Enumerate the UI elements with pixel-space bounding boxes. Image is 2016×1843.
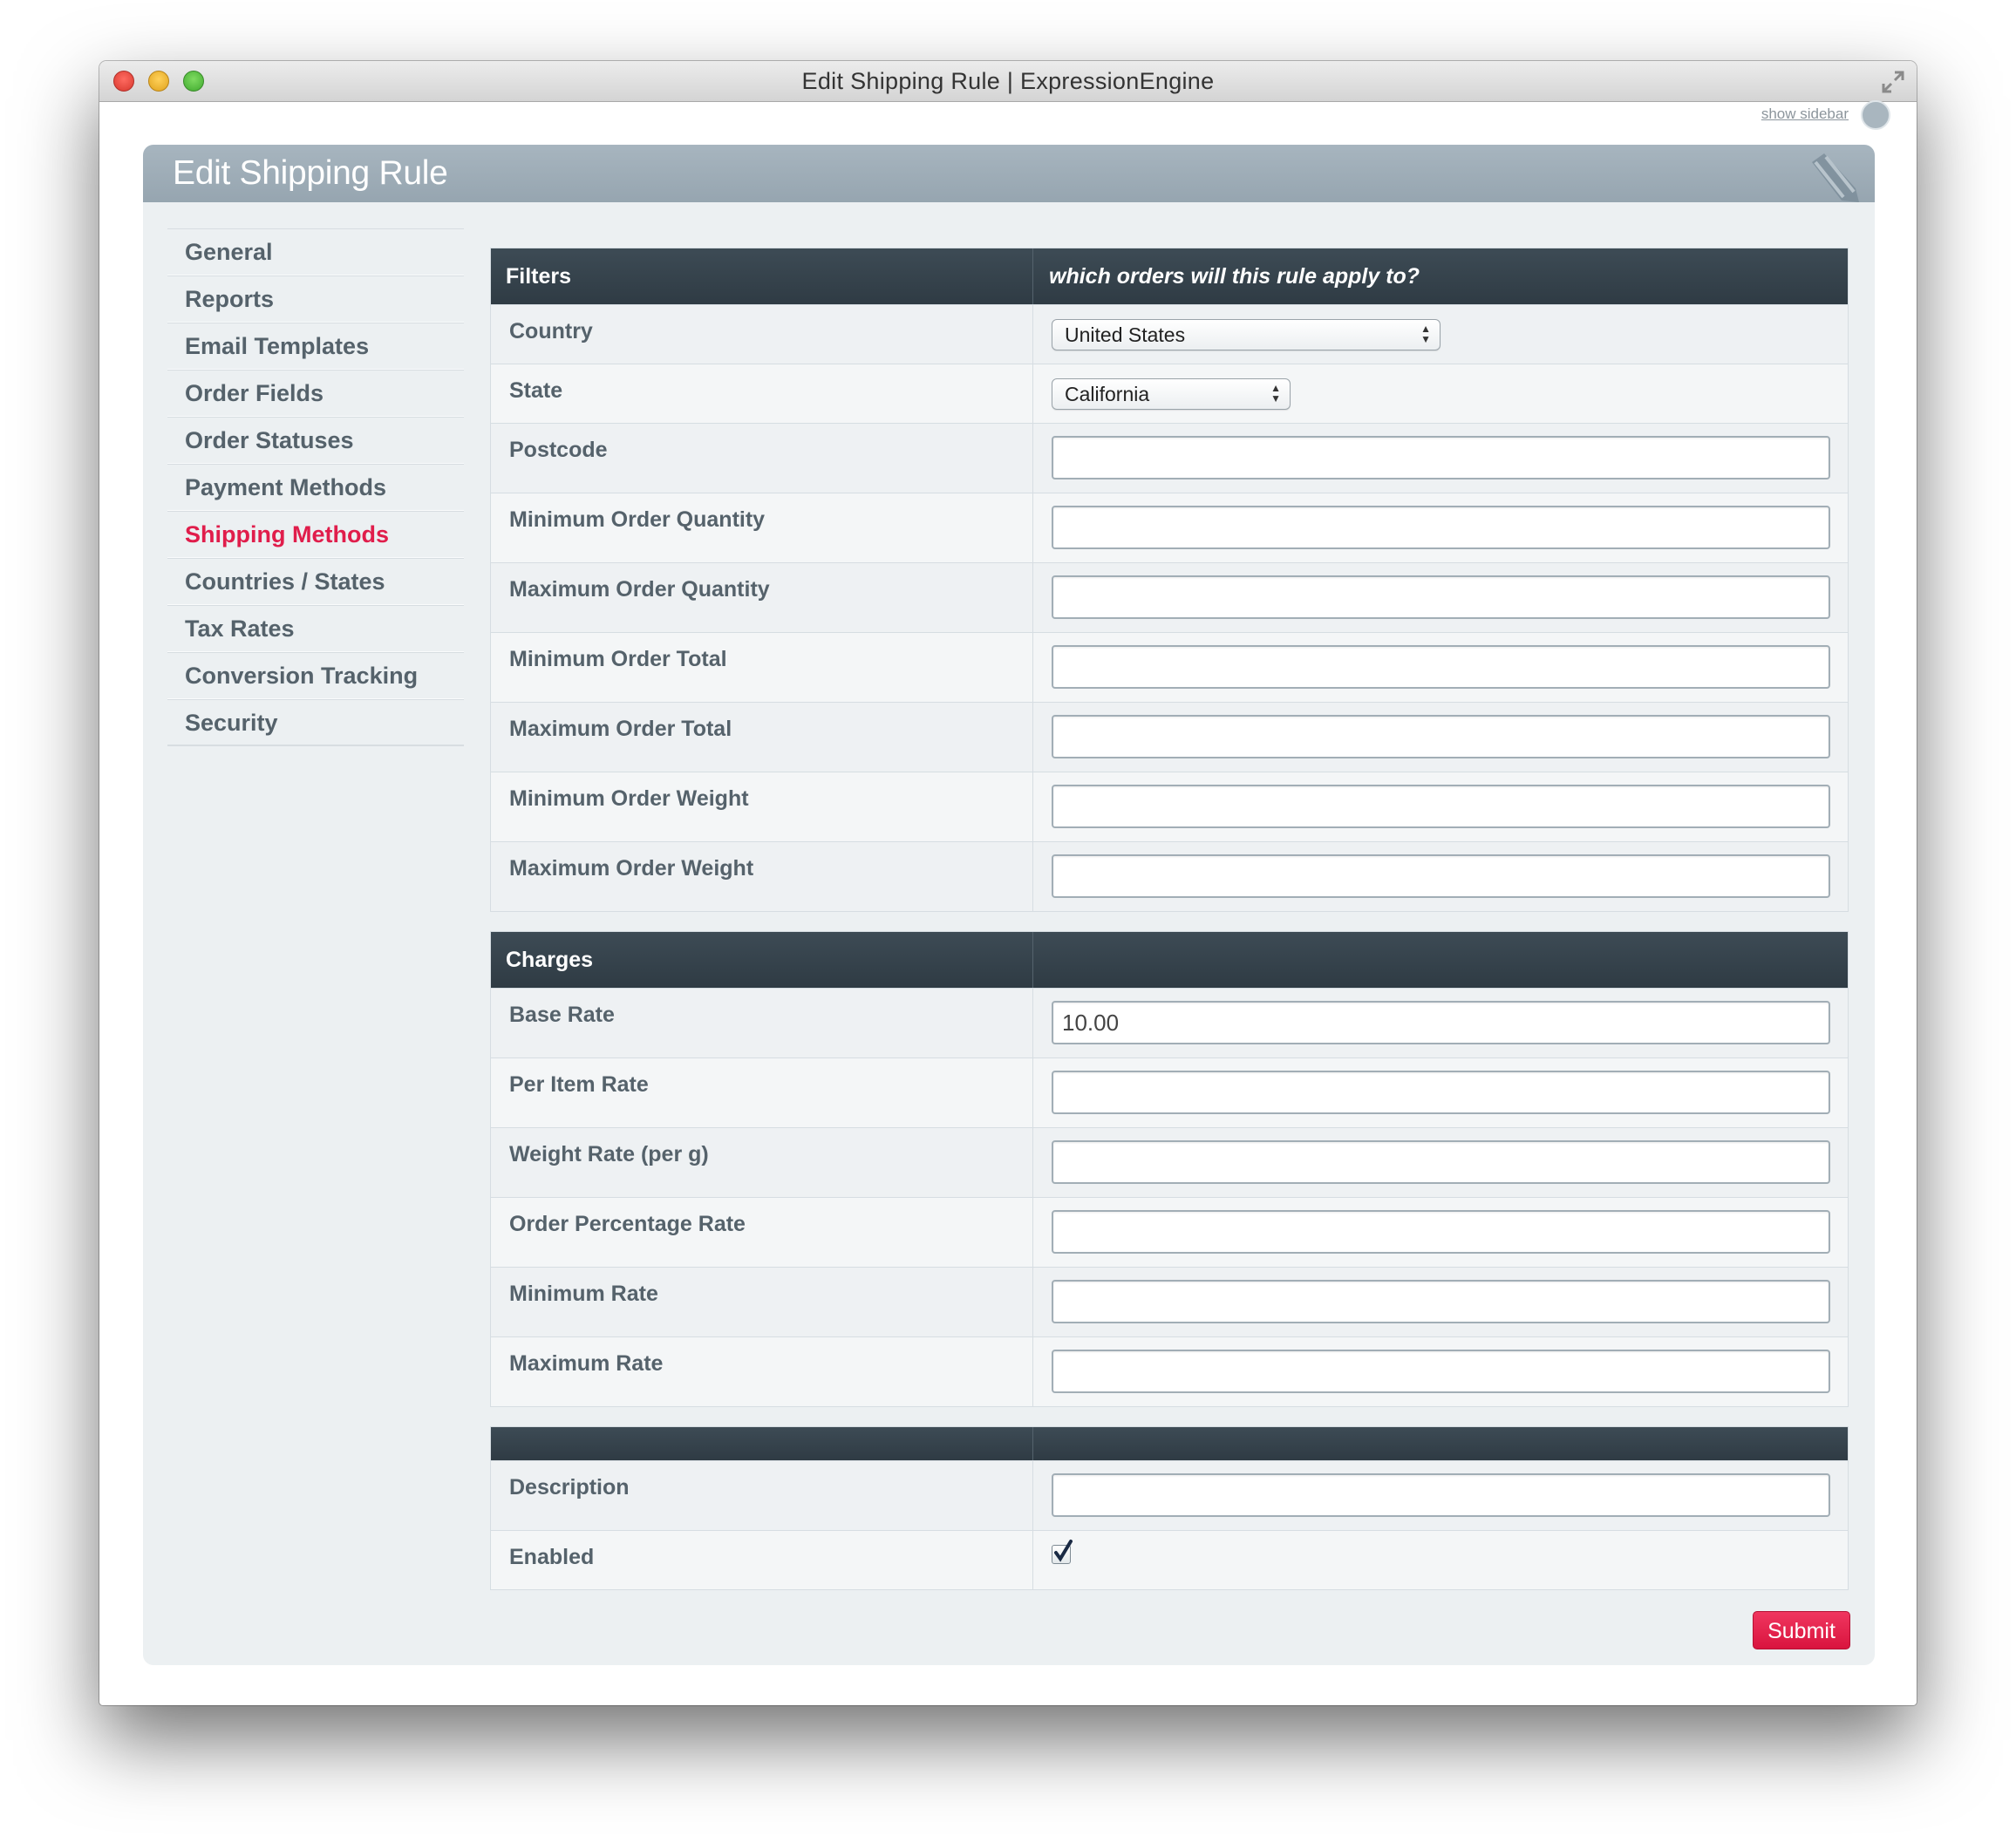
postcode-row: Postcode bbox=[491, 423, 1848, 493]
select-arrows-icon: ▲ ▼ bbox=[1270, 382, 1281, 405]
base-rate-row: Base Rate bbox=[491, 988, 1848, 1058]
min-order-quantity-input[interactable] bbox=[1052, 506, 1830, 549]
country-row: Country United States ▲ ▼ bbox=[491, 304, 1848, 364]
filters-header: Filters which orders will this rule appl… bbox=[491, 248, 1848, 304]
filters-section: Filters which orders will this rule appl… bbox=[490, 248, 1849, 912]
select-arrows-icon: ▲ ▼ bbox=[1420, 323, 1431, 345]
description-label: Description bbox=[491, 1461, 1033, 1530]
other-header-spacer-left bbox=[491, 1427, 1033, 1460]
min-order-weight-row: Minimum Order Weight bbox=[491, 772, 1848, 841]
minimum-rate-row: Minimum Rate bbox=[491, 1267, 1848, 1336]
base-rate-label: Base Rate bbox=[491, 989, 1033, 1058]
panel-header: Edit Shipping Rule bbox=[143, 145, 1875, 202]
nav-item-reports[interactable]: Reports bbox=[167, 275, 464, 323]
per-item-rate-label: Per Item Rate bbox=[491, 1058, 1033, 1127]
enabled-row: Enabled bbox=[491, 1530, 1848, 1589]
nav-item-payment-methods[interactable]: Payment Methods bbox=[167, 464, 464, 511]
max-order-weight-row: Maximum Order Weight bbox=[491, 841, 1848, 911]
description-input[interactable] bbox=[1052, 1473, 1830, 1517]
max-order-total-input[interactable] bbox=[1052, 715, 1830, 758]
per-item-rate-input[interactable] bbox=[1052, 1071, 1830, 1114]
postcode-input[interactable] bbox=[1052, 436, 1830, 479]
minimum-rate-input[interactable] bbox=[1052, 1280, 1830, 1323]
max-order-quantity-label: Maximum Order Quantity bbox=[491, 563, 1033, 632]
page-title: Edit Shipping Rule bbox=[173, 154, 448, 192]
charges-header: Charges bbox=[491, 932, 1848, 988]
charges-section: Charges Base Rate Per Item Rate Weight R… bbox=[490, 931, 1849, 1407]
max-order-weight-input[interactable] bbox=[1052, 854, 1830, 898]
min-order-total-input[interactable] bbox=[1052, 645, 1830, 689]
state-selected-value: California bbox=[1065, 383, 1150, 405]
weight-rate-label: Weight Rate (per g) bbox=[491, 1128, 1033, 1197]
app-window: Edit Shipping Rule | ExpressionEngine sh… bbox=[99, 61, 1917, 1705]
nav-item-order-statuses[interactable]: Order Statuses bbox=[167, 417, 464, 464]
fullscreen-icon[interactable] bbox=[1880, 69, 1906, 95]
form-content: Filters which orders will this rule appl… bbox=[490, 248, 1849, 1609]
maximum-rate-input[interactable] bbox=[1052, 1350, 1830, 1393]
min-order-total-label: Minimum Order Total bbox=[491, 633, 1033, 702]
order-percentage-rate-label: Order Percentage Rate bbox=[491, 1198, 1033, 1267]
max-order-total-row: Maximum Order Total bbox=[491, 702, 1848, 772]
show-sidebar-link[interactable]: show sidebar bbox=[1761, 105, 1849, 123]
pencil-icon bbox=[1812, 153, 1859, 202]
nav-item-countries-states[interactable]: Countries / States bbox=[167, 558, 464, 605]
window-title: Edit Shipping Rule | ExpressionEngine bbox=[801, 68, 1215, 94]
sidebar-toggle-icon[interactable] bbox=[1861, 100, 1890, 130]
other-header-spacer-right bbox=[1033, 1427, 1848, 1460]
checkmark-icon bbox=[1054, 1540, 1073, 1562]
title-bar: Edit Shipping Rule | ExpressionEngine bbox=[99, 61, 1917, 102]
state-select[interactable]: California ▲ ▼ bbox=[1052, 378, 1291, 410]
filters-heading: Filters bbox=[491, 248, 1033, 304]
filters-subheading: which orders will this rule apply to? bbox=[1049, 264, 1420, 289]
description-row: Description bbox=[491, 1460, 1848, 1530]
enabled-label: Enabled bbox=[491, 1531, 1033, 1589]
minimum-rate-label: Minimum Rate bbox=[491, 1268, 1033, 1336]
nav-item-conversion-tracking[interactable]: Conversion Tracking bbox=[167, 652, 464, 699]
submit-button[interactable]: Submit bbox=[1753, 1611, 1850, 1649]
order-percentage-rate-input[interactable] bbox=[1052, 1210, 1830, 1254]
min-order-weight-label: Minimum Order Weight bbox=[491, 772, 1033, 841]
other-settings-section: Description Enabled bbox=[490, 1426, 1849, 1590]
country-selected-value: United States bbox=[1065, 323, 1186, 346]
nav-item-order-fields[interactable]: Order Fields bbox=[167, 370, 464, 417]
postcode-label: Postcode bbox=[491, 424, 1033, 493]
maximum-rate-label: Maximum Rate bbox=[491, 1337, 1033, 1406]
min-order-total-row: Minimum Order Total bbox=[491, 632, 1848, 702]
charges-heading: Charges bbox=[491, 932, 1033, 988]
min-order-quantity-row: Minimum Order Quantity bbox=[491, 493, 1848, 562]
country-select[interactable]: United States ▲ ▼ bbox=[1052, 319, 1440, 350]
weight-rate-row: Weight Rate (per g) bbox=[491, 1127, 1848, 1197]
order-percentage-rate-row: Order Percentage Rate bbox=[491, 1197, 1848, 1267]
base-rate-input[interactable] bbox=[1052, 1001, 1830, 1044]
charges-header-spacer bbox=[1033, 932, 1848, 988]
enabled-checkbox[interactable] bbox=[1052, 1540, 1073, 1564]
per-item-rate-row: Per Item Rate bbox=[491, 1058, 1848, 1127]
max-order-total-label: Maximum Order Total bbox=[491, 703, 1033, 772]
settings-nav: General Reports Email Templates Order Fi… bbox=[167, 228, 464, 746]
max-order-weight-label: Maximum Order Weight bbox=[491, 842, 1033, 911]
maximum-rate-row: Maximum Rate bbox=[491, 1336, 1848, 1406]
nav-item-tax-rates[interactable]: Tax Rates bbox=[167, 605, 464, 652]
max-order-quantity-row: Maximum Order Quantity bbox=[491, 562, 1848, 632]
max-order-quantity-input[interactable] bbox=[1052, 575, 1830, 619]
nav-item-general[interactable]: General bbox=[167, 228, 464, 275]
main-panel: Edit Shipping Rule General Reports Email… bbox=[143, 145, 1875, 1665]
country-label: Country bbox=[491, 305, 1033, 364]
weight-rate-input[interactable] bbox=[1052, 1140, 1830, 1184]
min-order-weight-input[interactable] bbox=[1052, 785, 1830, 828]
nav-item-email-templates[interactable]: Email Templates bbox=[167, 323, 464, 370]
min-order-quantity-label: Minimum Order Quantity bbox=[491, 493, 1033, 562]
nav-item-shipping-methods[interactable]: Shipping Methods bbox=[167, 511, 464, 558]
state-row: State California ▲ ▼ bbox=[491, 364, 1848, 423]
nav-item-security[interactable]: Security bbox=[167, 699, 464, 746]
state-label: State bbox=[491, 364, 1033, 423]
other-settings-header bbox=[491, 1427, 1848, 1460]
